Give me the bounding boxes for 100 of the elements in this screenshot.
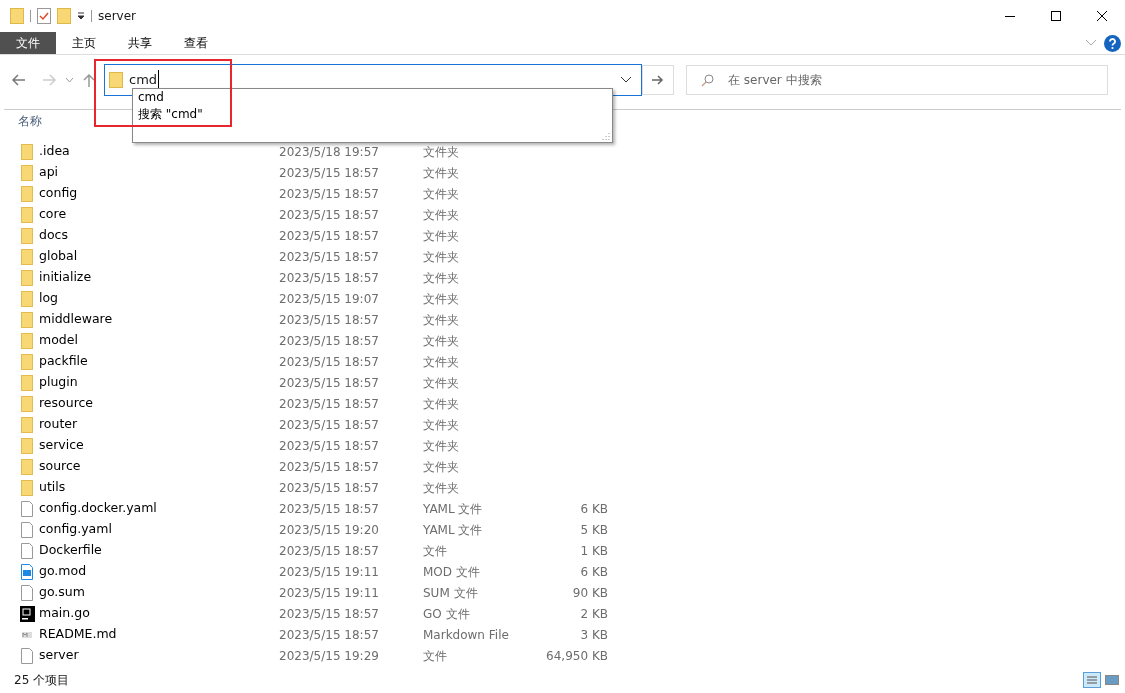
minimize-icon	[1005, 15, 1015, 17]
file-name[interactable]: go.mod	[39, 562, 279, 581]
file-type: 文件夹	[423, 479, 460, 497]
back-arrow-icon[interactable]	[12, 74, 26, 86]
file-name[interactable]: server	[39, 646, 279, 665]
modified-date: 2023/5/15 19:11	[279, 584, 380, 602]
file-name[interactable]: global	[39, 247, 279, 266]
file-type: 文件夹	[423, 332, 460, 350]
folder-icon	[20, 353, 35, 370]
column-header[interactable]: 名称	[18, 112, 42, 130]
folder-icon	[20, 374, 35, 391]
file-name[interactable]: middleware	[39, 310, 279, 329]
file-icon	[20, 584, 35, 601]
folder-icon	[20, 290, 35, 307]
modified-date: 2023/5/18 19:57	[279, 143, 380, 161]
file-name[interactable]: plugin	[39, 373, 279, 392]
file-name[interactable]: go.sum	[39, 583, 279, 602]
folder-icon	[20, 416, 35, 433]
folder-icon	[20, 332, 35, 349]
file-name[interactable]: README.md	[39, 625, 279, 644]
file-name[interactable]: utils	[39, 478, 279, 497]
file-type: 文件夹	[423, 206, 460, 224]
folder-icon	[20, 143, 35, 160]
file-type: Markdown File	[423, 626, 510, 644]
properties-icon[interactable]	[37, 8, 51, 24]
modified-date: 2023/5/15 19:11	[279, 563, 380, 581]
dropdown-icon[interactable]	[77, 12, 85, 20]
folder-icon	[20, 206, 35, 223]
up-arrow-icon[interactable]	[83, 73, 95, 87]
modified-date: 2023/5/15 18:57	[279, 374, 380, 392]
file-type: 文件夹	[423, 248, 460, 266]
folder-icon	[20, 311, 35, 328]
ribbon-tab[interactable]: 查看	[168, 32, 224, 54]
file-name[interactable]: core	[39, 205, 279, 224]
folder-icon	[20, 164, 35, 181]
file-name[interactable]: source	[39, 457, 279, 476]
file-type: 文件	[423, 647, 448, 665]
file-name[interactable]: resource	[39, 394, 279, 413]
folder-icon	[20, 248, 35, 265]
modified-date: 2023/5/15 18:57	[279, 248, 380, 266]
search-field[interactable]: 在 server 中搜索	[686, 65, 1108, 95]
file-name[interactable]: Dockerfile	[39, 541, 279, 560]
file-type: 文件夹	[423, 227, 460, 245]
modified-date: 2023/5/15 18:57	[279, 332, 380, 350]
go-button[interactable]	[642, 65, 674, 95]
file-name[interactable]: api	[39, 163, 279, 182]
folder-icon	[20, 458, 35, 475]
file-icon	[20, 500, 35, 517]
folder-icon	[10, 8, 24, 24]
file-name[interactable]: config.yaml	[39, 520, 279, 539]
file-type: 文件夹	[423, 290, 460, 308]
file-icon	[20, 521, 35, 538]
file-type: YAML 文件	[423, 521, 484, 539]
large-icons-view-icon[interactable]	[1103, 672, 1121, 688]
modified-date: 2023/5/15 18:57	[279, 626, 380, 644]
file-type: SUM 文件	[423, 584, 479, 602]
close-icon	[1097, 11, 1107, 21]
ribbon-tab[interactable]: 文件	[0, 32, 56, 54]
file-name[interactable]: config	[39, 184, 279, 203]
ribbon-tab[interactable]: 主页	[56, 32, 112, 54]
modified-date: 2023/5/15 18:57	[279, 353, 380, 371]
chevron-down-icon[interactable]	[621, 77, 631, 83]
file-size: 3 KB	[579, 626, 608, 644]
details-view-icon[interactable]	[1083, 672, 1101, 688]
folder-icon	[20, 227, 35, 244]
file-name[interactable]: config.docker.yaml	[39, 499, 279, 518]
modified-date: 2023/5/15 18:57	[279, 227, 380, 245]
file-type: GO 文件	[423, 605, 471, 623]
suggestion-item[interactable]: 搜索 "cmd"	[138, 106, 612, 123]
maximize-icon	[1051, 11, 1061, 21]
file-name[interactable]: initialize	[39, 268, 279, 287]
file-name[interactable]: service	[39, 436, 279, 455]
modified-date: 2023/5/15 18:57	[279, 479, 380, 497]
file-type: 文件夹	[423, 269, 460, 287]
file-name[interactable]: .idea	[39, 142, 279, 161]
file-name[interactable]: model	[39, 331, 279, 350]
modified-date: 2023/5/15 18:57	[279, 416, 380, 434]
file-name[interactable]: log	[39, 289, 279, 308]
file-name[interactable]: main.go	[39, 604, 279, 623]
modified-date: 2023/5/15 18:57	[279, 164, 380, 182]
folder-icon	[109, 72, 123, 88]
file-type: 文件夹	[423, 164, 460, 182]
item-count: 25 个项目	[14, 672, 70, 689]
app-icon	[20, 605, 35, 622]
file-name[interactable]: docs	[39, 226, 279, 245]
modified-date: 2023/5/15 18:57	[279, 542, 380, 560]
help-icon[interactable]	[1104, 34, 1121, 52]
file-name[interactable]: packfile	[39, 352, 279, 371]
file-icon	[20, 647, 35, 664]
search-placeholder: 在 server 中搜索	[728, 72, 822, 89]
file-type: 文件夹	[423, 143, 460, 161]
resize-grip-icon[interactable]	[602, 132, 610, 140]
folder-icon	[20, 269, 35, 286]
search-icon	[701, 73, 714, 87]
folder-icon	[20, 479, 35, 496]
file-type: 文件夹	[423, 311, 460, 329]
file-type: 文件夹	[423, 353, 460, 371]
file-size: 5 KB	[579, 521, 608, 539]
ribbon-tab[interactable]: 共享	[112, 32, 168, 54]
file-name[interactable]: router	[39, 415, 279, 434]
